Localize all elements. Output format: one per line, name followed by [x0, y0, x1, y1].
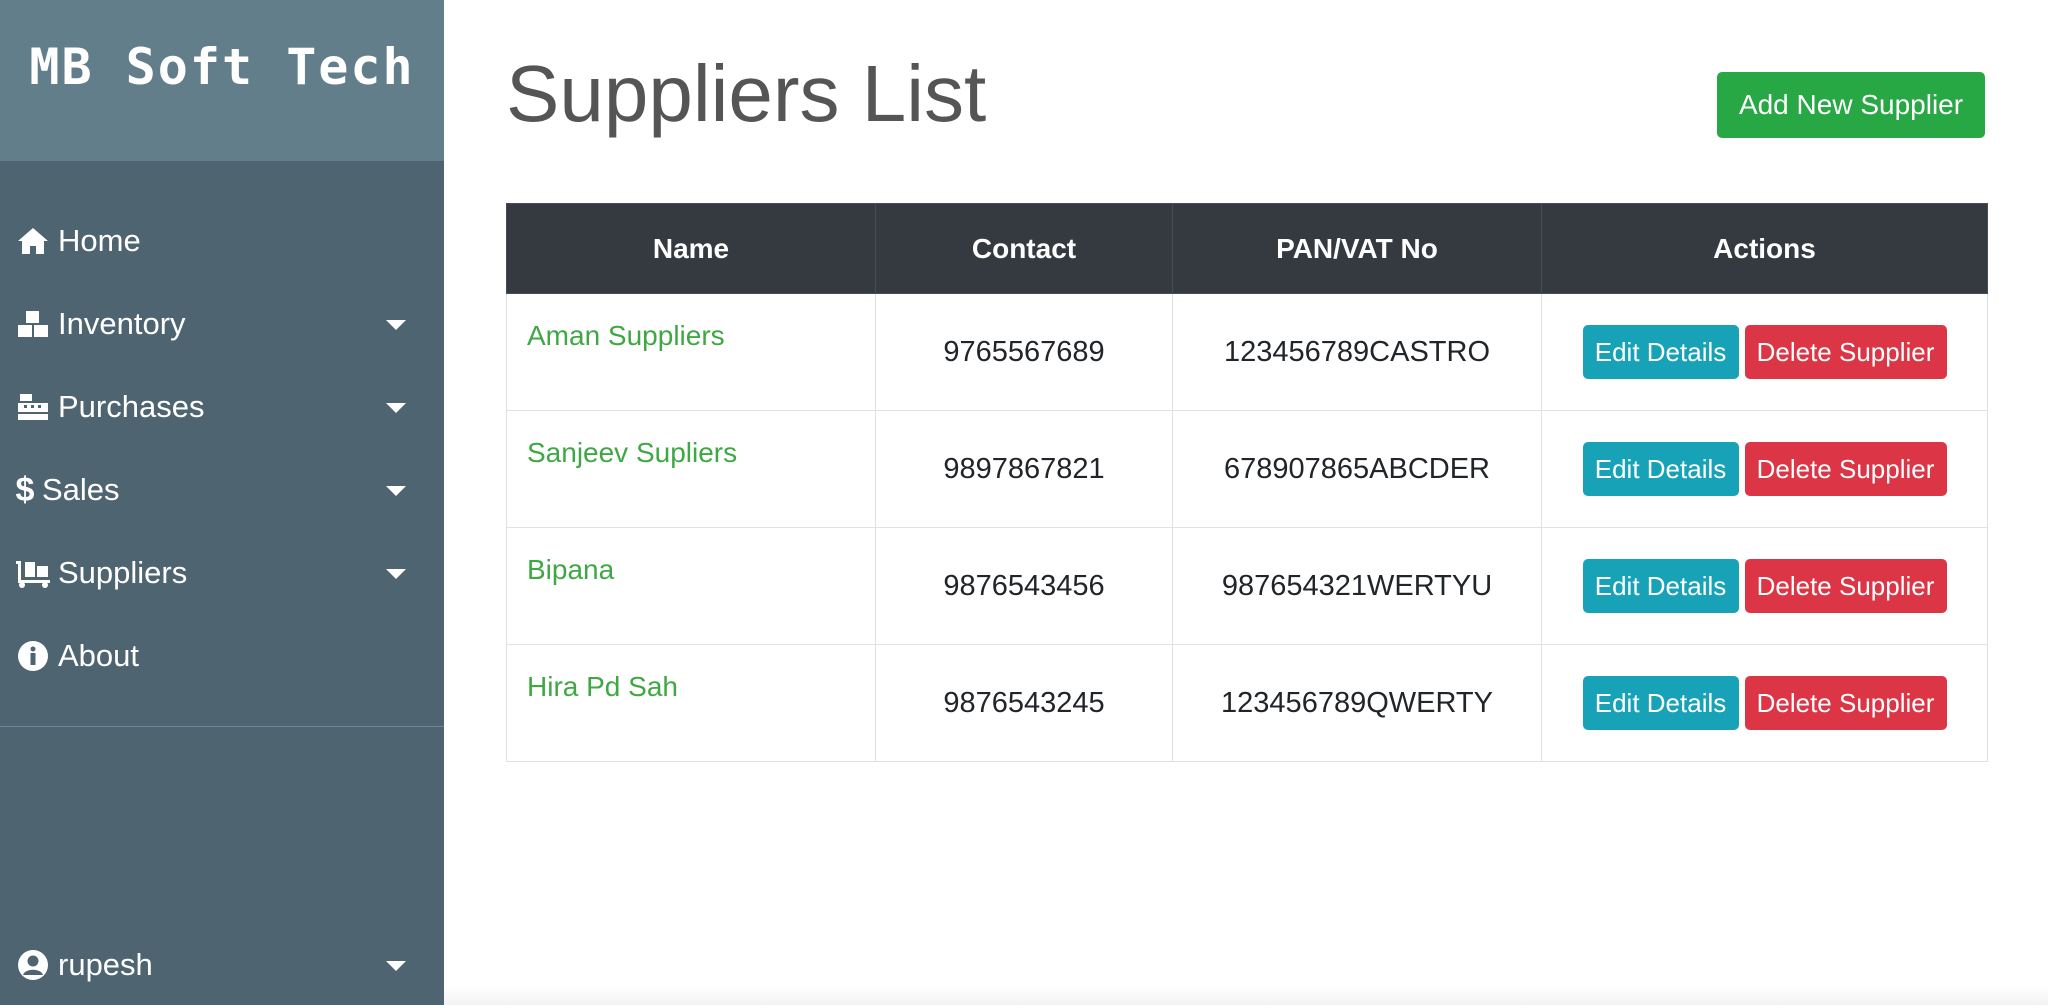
sidebar: MB Soft Tech Home Inventory Purchases $ … — [0, 0, 444, 1005]
supplier-name-cell: Aman Suppliers — [506, 293, 876, 411]
supplier-pan-vat: 987654321WERTYU — [1172, 527, 1542, 645]
supplier-actions: Edit Details Delete Supplier — [1541, 644, 1988, 762]
supplier-actions: Edit Details Delete Supplier — [1541, 527, 1988, 645]
page-title: Suppliers List — [506, 49, 987, 138]
column-header-name: Name — [506, 203, 876, 294]
delete-supplier-button[interactable]: Delete Supplier — [1744, 676, 1947, 730]
edit-details-button[interactable]: Edit Details — [1582, 559, 1739, 613]
sidebar-item-label: Inventory — [58, 306, 186, 341]
supplier-pan-vat: 123456789CASTRO — [1172, 293, 1542, 411]
boxes-icon — [14, 305, 52, 343]
user-menu[interactable]: rupesh — [0, 935, 444, 995]
sidebar-item-label: About — [58, 638, 140, 673]
supplier-name-cell: Sanjeev Supliers — [506, 410, 876, 528]
info-circle-icon — [14, 637, 52, 675]
sidebar-item-sales[interactable]: $ Sales — [0, 460, 444, 520]
sidebar-item-home[interactable]: Home — [0, 211, 444, 271]
supplier-contact: 9897867821 — [875, 410, 1173, 528]
sidebar-item-suppliers[interactable]: Suppliers — [0, 543, 444, 603]
column-header-pan-vat: PAN/VAT No — [1172, 203, 1542, 294]
sidebar-item-inventory[interactable]: Inventory — [0, 294, 444, 354]
dollar-icon: $ — [15, 470, 35, 509]
supplier-name-cell: Hira Pd Sah — [506, 644, 876, 762]
edit-details-button[interactable]: Edit Details — [1582, 442, 1739, 496]
supplier-name-link[interactable]: Sanjeev Supliers — [527, 437, 737, 468]
main-content: Suppliers List Add New Supplier Name Con… — [444, 0, 2048, 1005]
supplier-pan-vat: 123456789QWERTY — [1172, 644, 1542, 762]
table-row: Bipana 9876543456 987654321WERTYU Edit D… — [506, 527, 1988, 645]
sidebar-item-label: Purchases — [58, 389, 205, 424]
supplier-actions: Edit Details Delete Supplier — [1541, 410, 1988, 528]
bottom-shadow — [444, 987, 2048, 1005]
sidebar-item-about[interactable]: About — [0, 626, 444, 686]
supplier-contact: 9765567689 — [875, 293, 1173, 411]
dolly-icon — [14, 554, 52, 592]
table-header-row: Name Contact PAN/VAT No Actions — [506, 203, 1988, 294]
brand-header: MB Soft Tech — [0, 0, 444, 161]
sidebar-item-label: Sales — [42, 472, 120, 507]
sidebar-item-label: Home — [58, 223, 141, 258]
supplier-contact: 9876543245 — [875, 644, 1173, 762]
supplier-pan-vat: 678907865ABCDER — [1172, 410, 1542, 528]
chevron-down-icon — [386, 403, 406, 413]
delete-supplier-button[interactable]: Delete Supplier — [1744, 325, 1947, 379]
chevron-down-icon — [386, 961, 406, 971]
supplier-actions: Edit Details Delete Supplier — [1541, 293, 1988, 411]
edit-details-button[interactable]: Edit Details — [1582, 325, 1739, 379]
suppliers-table-wrapper: Name Contact PAN/VAT No Actions Aman Sup… — [506, 203, 1988, 762]
delete-supplier-button[interactable]: Delete Supplier — [1744, 559, 1947, 613]
chevron-down-icon — [386, 320, 406, 330]
suppliers-table: Name Contact PAN/VAT No Actions Aman Sup… — [506, 203, 1988, 762]
supplier-name-link[interactable]: Hira Pd Sah — [527, 671, 678, 702]
chevron-down-icon — [386, 569, 406, 579]
supplier-name-link[interactable]: Aman Suppliers — [527, 320, 725, 351]
column-header-contact: Contact — [875, 203, 1173, 294]
delete-supplier-button[interactable]: Delete Supplier — [1744, 442, 1947, 496]
cash-register-icon — [14, 388, 52, 426]
supplier-contact: 9876543456 — [875, 527, 1173, 645]
user-name: rupesh — [58, 947, 153, 982]
add-new-supplier-button[interactable]: Add New Supplier — [1717, 72, 1985, 138]
chevron-down-icon — [386, 486, 406, 496]
table-row: Sanjeev Supliers 9897867821 678907865ABC… — [506, 410, 1988, 528]
supplier-name-cell: Bipana — [506, 527, 876, 645]
table-row: Aman Suppliers 9765567689 123456789CASTR… — [506, 293, 1988, 411]
sidebar-divider — [0, 726, 444, 727]
brand-title[interactable]: MB Soft Tech — [29, 38, 414, 96]
table-row: Hira Pd Sah 9876543245 123456789QWERTY E… — [506, 644, 1988, 762]
sidebar-item-purchases[interactable]: Purchases — [0, 377, 444, 437]
column-header-actions: Actions — [1541, 203, 1988, 294]
home-icon — [14, 222, 52, 260]
supplier-name-link[interactable]: Bipana — [527, 554, 614, 585]
edit-details-button[interactable]: Edit Details — [1582, 676, 1739, 730]
sidebar-item-label: Suppliers — [58, 555, 188, 590]
user-circle-icon — [14, 946, 52, 984]
